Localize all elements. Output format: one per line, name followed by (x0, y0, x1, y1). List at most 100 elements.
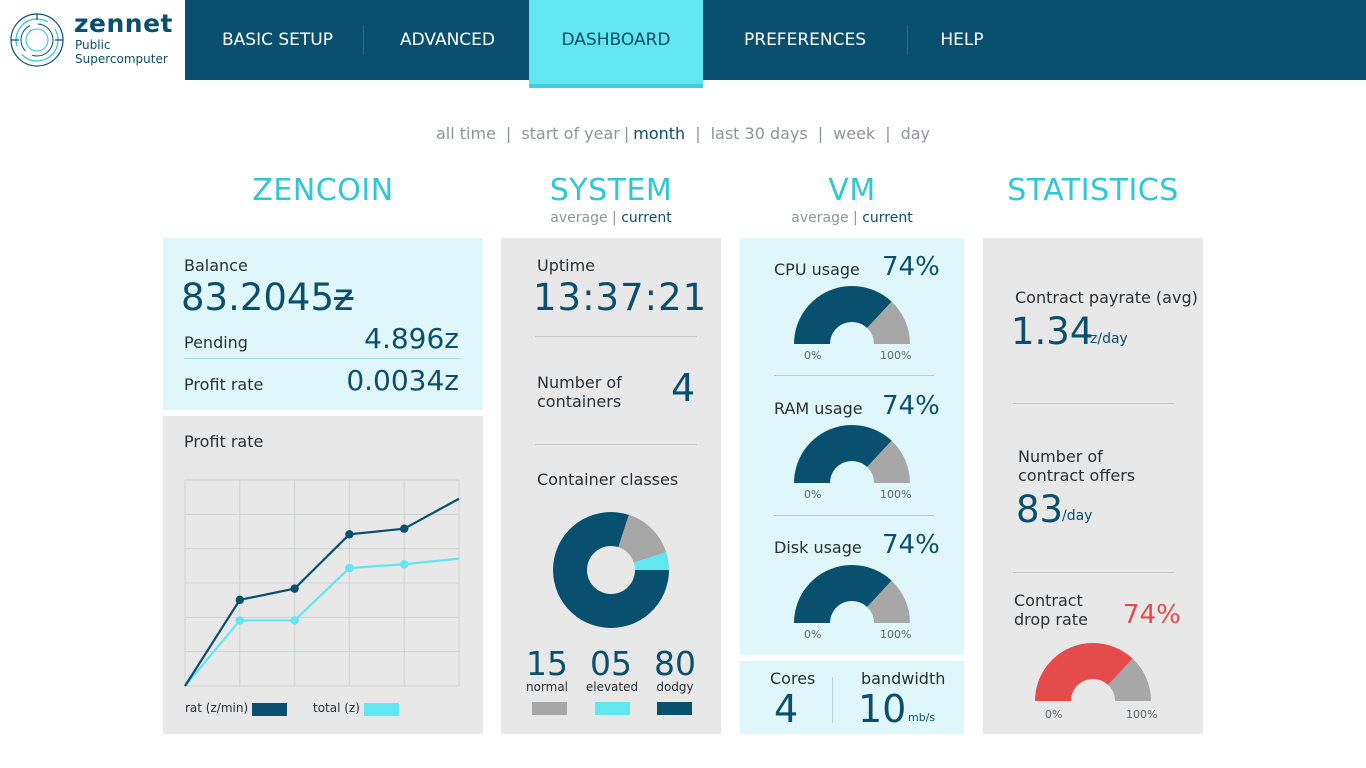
class-name-dodgy: dodgy (656, 680, 694, 694)
vm-resources-panel: Cores 4 bandwidth 10 mb/s (740, 661, 964, 734)
time-range-filter: all time | start of year | month | last 30 day… (0, 124, 1366, 143)
divider (1013, 572, 1174, 573)
filter-last-30-days[interactable]: last 30 days (711, 124, 808, 143)
divider (774, 375, 934, 376)
nav-divider (363, 25, 364, 55)
toggle-average[interactable]: average (550, 210, 607, 226)
uptime-value: 13:37:21 (533, 276, 708, 319)
filter-start-of-year[interactable]: start of year (521, 124, 620, 143)
nav-advanced[interactable]: ADVANCED (370, 0, 525, 80)
gauge-min-label: 0% (804, 628, 822, 641)
class-swatch-dodgy (657, 702, 692, 715)
profit-rate-chart-panel: Profit rate rat (z/min) total (z) (163, 416, 483, 734)
series-point-total (235, 616, 244, 625)
divider (1013, 403, 1174, 404)
gauge-min-label: 0% (1045, 708, 1063, 721)
profit-rate-value: 0.0034z (346, 364, 459, 397)
nav-basic-setup[interactable]: BASIC SETUP (185, 0, 370, 80)
legend-total-swatch (364, 703, 399, 716)
system-panel: Uptime 13:37:21 Number of containers 4 Co… (501, 238, 721, 734)
offers-value: 83 (1016, 488, 1064, 531)
nav-help[interactable]: HELP (907, 0, 1017, 80)
container-classes-donut (553, 512, 669, 628)
series-point-rate (400, 524, 409, 533)
series-line-rate (184, 497, 460, 687)
filter-week[interactable]: week (833, 124, 875, 143)
legend-rate-label: rat (z/min) (185, 701, 249, 715)
class-name-elevated: elevated (585, 680, 639, 694)
disk-usage-value: 74% (882, 530, 940, 560)
payrate-unit: z/day (1090, 331, 1128, 347)
ram-usage-gauge (794, 425, 910, 483)
offers-label: Number of contract offers (1018, 447, 1136, 485)
cores-value: 4 (774, 687, 799, 731)
gauge-max-label: 100% (880, 349, 912, 362)
legend-total-label: total (z) (313, 701, 360, 715)
class-count-elevated: 05 (590, 644, 632, 683)
drop-rate-label: Contract drop rate (1014, 591, 1088, 629)
series-point-total (400, 560, 409, 569)
ram-usage-value: 74% (882, 391, 940, 421)
nav-dashboard[interactable]: DASHBOARD (529, 0, 703, 88)
statistics-title: STATISTICS (1007, 173, 1179, 208)
balance-value: 83.2045z (181, 276, 354, 319)
statistics-panel: Contract payrate (avg) 1.34 z/day Number… (983, 238, 1203, 734)
zencoin-title: ZENCOIN (252, 173, 394, 208)
top-nav: BASIC SETUP ADVANCED DASHBOARD PREFERENC… (185, 0, 1366, 88)
class-count-dodgy: 80 (654, 644, 696, 683)
divider (535, 336, 697, 337)
legend-rate-swatch (252, 703, 287, 716)
payrate-label: Contract payrate (avg) (1015, 288, 1198, 307)
filter-separator: | (695, 124, 701, 143)
zennet-logo-icon (10, 13, 64, 67)
series-point-total (345, 563, 354, 573)
ram-usage-label: RAM usage (774, 399, 863, 418)
pending-label: Pending (184, 333, 248, 352)
disk-usage-gauge (794, 565, 910, 623)
series-point-total (290, 616, 299, 625)
filter-separator: | (885, 124, 891, 143)
filter-all-time[interactable]: all time (436, 124, 496, 143)
vm-usage-panel: CPU usage 74% 0% 100% RAM usage 74% 0% 1… (740, 238, 964, 655)
filter-month[interactable]: month (633, 124, 685, 143)
drop-rate-gauge (1035, 643, 1151, 701)
cpu-usage-gauge (794, 286, 910, 344)
profit-rate-label: Profit rate (184, 375, 264, 394)
gauge-max-label: 100% (880, 488, 912, 501)
system-view-toggle: average | current (550, 210, 672, 226)
uptime-label: Uptime (537, 256, 596, 275)
filter-day[interactable]: day (901, 124, 930, 143)
cpu-usage-value: 74% (882, 252, 940, 282)
cpu-usage-label: CPU usage (774, 260, 860, 279)
gauge-max-label: 100% (1126, 708, 1158, 721)
class-swatch-normal (532, 702, 567, 715)
brand-logo[interactable]: zennet Public Supercomputer (0, 0, 185, 80)
divider (832, 677, 833, 723)
zencoin-summary-panel: Balance 83.2045z Pending 4.896z Profit r… (163, 238, 483, 410)
brand-subtitle-2: Supercomputer (75, 52, 168, 66)
toggle-average[interactable]: average (791, 210, 848, 226)
bandwidth-unit: mb/s (908, 711, 936, 724)
offers-unit: /day (1062, 508, 1093, 524)
toggle-current[interactable]: current (862, 210, 913, 226)
bandwidth-label: bandwidth (861, 669, 946, 688)
toggle-current[interactable]: current (621, 210, 672, 226)
gauge-min-label: 0% (804, 349, 822, 362)
containers-value: 4 (671, 366, 696, 410)
divider (184, 358, 460, 359)
brand-name: zennet (74, 9, 174, 38)
divider (774, 515, 934, 516)
drop-rate-value: 74% (1123, 600, 1181, 630)
series-point-rate (290, 584, 299, 593)
series-point-rate (345, 530, 354, 539)
pending-value: 4.896z (364, 322, 459, 355)
gauge-min-label: 0% (804, 488, 822, 501)
series-point-rate (235, 595, 244, 605)
disk-usage-label: Disk usage (774, 538, 862, 557)
class-name-normal: normal (525, 680, 569, 694)
system-title: SYSTEM (549, 173, 673, 208)
payrate-value: 1.34 (1011, 310, 1094, 353)
class-swatch-elevated (595, 702, 630, 715)
nav-preferences[interactable]: PREFERENCES (703, 0, 907, 80)
profit-rate-chart (184, 479, 460, 687)
